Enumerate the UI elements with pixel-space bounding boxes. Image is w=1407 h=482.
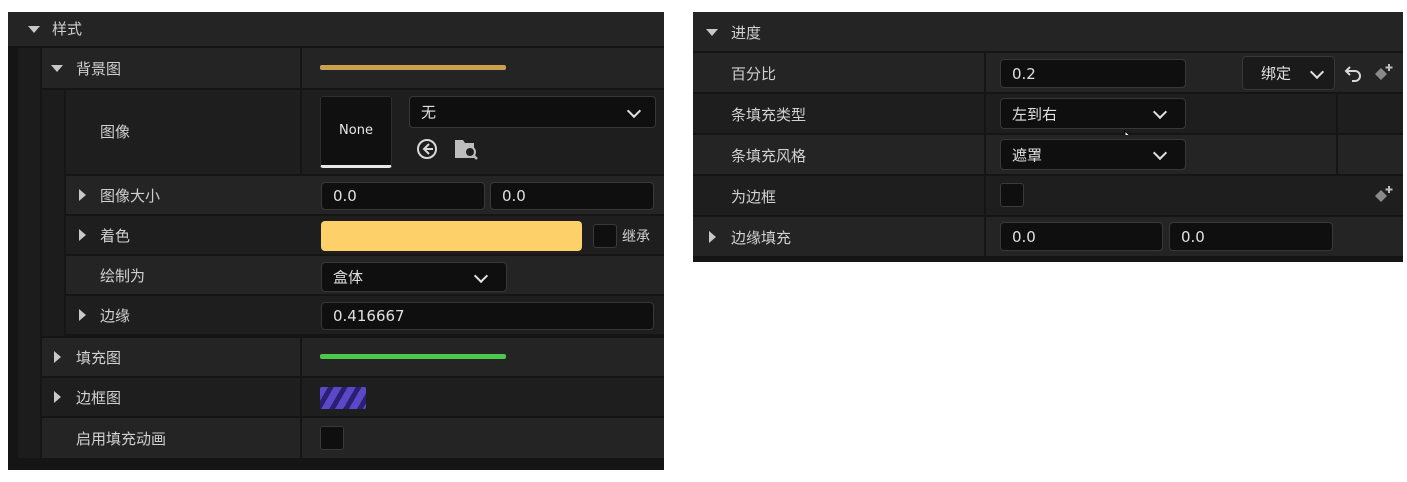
collapse-triangle-icon (706, 29, 718, 36)
image-size-x-value: 0.0 (333, 187, 357, 205)
percent-input[interactable]: 0.2 (1000, 59, 1186, 88)
column-divider (984, 53, 986, 256)
border-padding-y-value: 0.0 (1181, 227, 1205, 246)
border-image-swatch[interactable] (320, 387, 366, 409)
bar-fill-type-value: 左到右 (1012, 105, 1058, 123)
draw-as-label: 绘制为 (100, 267, 146, 285)
percent-label: 百分比 (731, 65, 777, 83)
bar-fill-type-dropdown[interactable]: 左到右 (1000, 98, 1186, 129)
chevron-down-icon (1309, 64, 1325, 80)
row-fill-image[interactable]: 填充图 (42, 338, 664, 376)
tint-label: 着色 (100, 227, 131, 245)
chevron-down-icon (473, 268, 489, 284)
image-size-label: 图像大小 (100, 187, 161, 205)
image-size-y-input[interactable]: 0.0 (490, 182, 654, 210)
draw-as-value: 盒体 (333, 268, 364, 287)
progress-details-panel: 进度 百分比 0.2 绑定 条填充类型 左到右 条填充风格 遮罩 为边框 边缘填… (693, 12, 1403, 262)
tint-color-swatch[interactable] (321, 221, 582, 251)
enable-fill-animation-label: 启用填充动画 (76, 430, 167, 448)
indent-strip (18, 48, 40, 458)
margin-input[interactable]: 0.416667 (321, 302, 654, 330)
browse-folder-icon[interactable] (452, 136, 480, 162)
image-label: 图像 (100, 123, 131, 141)
expand-triangle-icon (51, 65, 63, 72)
image-size-x-input[interactable]: 0.0 (321, 182, 485, 210)
chevron-down-icon (1152, 104, 1168, 120)
border-image-label: 边框图 (76, 389, 122, 407)
bar-fill-style-dropdown[interactable]: 遮罩 (1000, 139, 1186, 170)
add-keyframe-icon[interactable] (1371, 62, 1395, 84)
section-title: 进度 (731, 24, 762, 42)
reset-arrow-icon[interactable] (1343, 64, 1363, 82)
percent-value: 0.2 (1012, 64, 1036, 83)
bar-fill-style-value: 遮罩 (1012, 146, 1043, 164)
border-padding-label: 边缘填充 (731, 229, 792, 247)
image-thumbnail[interactable]: None (320, 96, 392, 168)
draw-as-dropdown[interactable]: 盒体 (321, 262, 507, 292)
nested-indent-strip (42, 90, 64, 336)
border-padding-x-value: 0.0 (1012, 227, 1036, 246)
image-thumbnail-text: None (339, 123, 373, 138)
expand-triangle-icon (79, 309, 86, 321)
tint-inherit-label: 继承 (622, 229, 650, 245)
image-size-y-value: 0.0 (502, 187, 526, 205)
image-asset-dropdown[interactable]: 无 (409, 96, 656, 128)
background-image-preview-bar[interactable] (320, 65, 506, 70)
use-selected-asset-icon[interactable] (415, 137, 439, 161)
expand-triangle-icon (709, 231, 716, 243)
tint-inherit-checkbox[interactable] (593, 224, 617, 248)
row-image: 图像 (66, 90, 300, 174)
margin-label: 边缘 (100, 307, 131, 325)
background-image-label: 背景图 (76, 60, 122, 78)
bar-fill-style-label: 条填充风格 (731, 147, 807, 165)
row-is-marquee: 为边框 (693, 176, 1403, 215)
style-details-panel: 样式 背景图 图像 None 无 图像大小 0.0 0.0 着色 继承 绘制为 … (8, 12, 664, 470)
add-keyframe-icon[interactable] (1371, 184, 1395, 206)
row-enable-fill-animation: 启用填充动画 (42, 418, 664, 458)
is-marquee-checkbox[interactable] (1000, 183, 1024, 207)
bar-fill-type-label: 条填充类型 (731, 106, 807, 124)
bind-dropdown-button[interactable]: 绑定 (1242, 56, 1335, 90)
enable-fill-animation-checkbox[interactable] (320, 426, 344, 450)
expand-triangle-icon (79, 229, 86, 241)
fill-image-preview-bar[interactable] (320, 354, 506, 359)
image-asset-value: 无 (421, 103, 437, 122)
expand-triangle-icon (79, 189, 86, 201)
fill-image-label: 填充图 (76, 349, 122, 367)
collapse-triangle-icon (28, 26, 40, 33)
expand-triangle-icon (54, 351, 61, 363)
border-padding-x-input[interactable]: 0.0 (1000, 222, 1163, 251)
is-marquee-label: 为边框 (731, 188, 777, 206)
section-title: 样式 (52, 20, 83, 38)
row-background-image[interactable]: 背景图 (42, 48, 664, 88)
bind-label: 绑定 (1261, 64, 1292, 83)
expand-triangle-icon (54, 391, 61, 403)
chevron-down-icon (626, 103, 642, 119)
column-divider (300, 338, 302, 458)
column-divider (1336, 94, 1338, 175)
section-header-style[interactable]: 样式 (8, 12, 664, 46)
row-border-image[interactable]: 边框图 (42, 378, 664, 416)
section-header-progress[interactable]: 进度 (693, 12, 1403, 51)
row-image-value: None 无 (302, 90, 664, 174)
margin-value: 0.416667 (333, 307, 405, 325)
border-padding-y-input[interactable]: 0.0 (1169, 222, 1333, 251)
chevron-down-icon (1152, 145, 1168, 161)
